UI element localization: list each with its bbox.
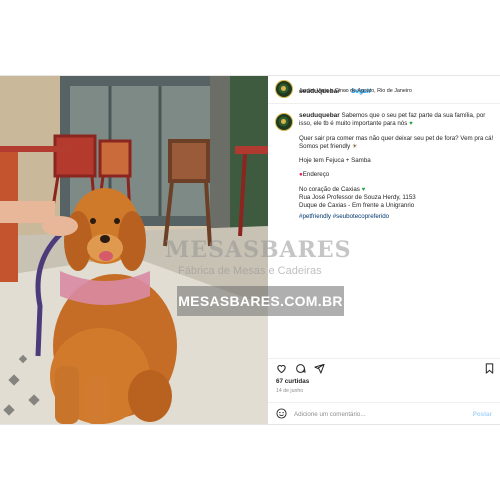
caption-username[interactable]: seuduquebar [299,112,340,119]
post-actions [268,358,500,375]
share-icon[interactable] [314,363,325,374]
post-comment-button[interactable]: Postar [473,411,492,418]
caption-address-2: Rua José Professor de Souza Herdy, 1153 [299,194,416,202]
post-caption: seuduquebar Sabemos que o seu pet faz pa… [299,112,495,227]
post-header: seuduquebar • Seguir Jardim Vinte e Cinc… [268,76,500,104]
hashtags[interactable]: #petfriendly #seubotecopreferido [299,213,389,220]
caption-paragraph-2: Quer sair pra comer mas não quer deixar … [299,134,494,150]
comment-icon[interactable] [295,363,306,374]
heart-outline-icon[interactable] [276,363,287,374]
avatar[interactable] [275,80,293,98]
location-link[interactable]: Jardim Vinte e Cinco de Agosto, Rio de J… [299,88,412,94]
caption-paragraph-4: Endereço [302,171,330,179]
emoji-icon[interactable] [276,408,287,419]
green-heart-icon: ♥ [409,121,413,128]
green-heart-icon: ♥ [361,186,366,193]
logo-icon [278,116,289,127]
paw-icon: ☀ [351,142,358,150]
post-sidebar: seuduquebar • Seguir Jardim Vinte e Cinc… [268,76,500,424]
caption-address-3: Duque de Caxias - Em frente a Unigranrio [299,202,415,210]
post-date: 14 de junho [276,388,304,394]
likes-count[interactable]: 67 curtidas [276,378,309,385]
caption-address-1: No coração de Caxias [299,185,360,193]
bookmark-icon[interactable] [484,363,495,374]
instagram-post-card: MESASBARES Fábrica de Mesas e Cadeiras M… [0,75,500,425]
comment-bar: Adicione um comentário... Postar [268,402,500,425]
logo-icon [278,83,289,94]
caption-avatar[interactable] [275,113,293,131]
comment-input[interactable]: Adicione um comentário... [294,411,366,418]
caption-paragraph-3: Hoje tem Fejuca + Samba [299,157,371,165]
